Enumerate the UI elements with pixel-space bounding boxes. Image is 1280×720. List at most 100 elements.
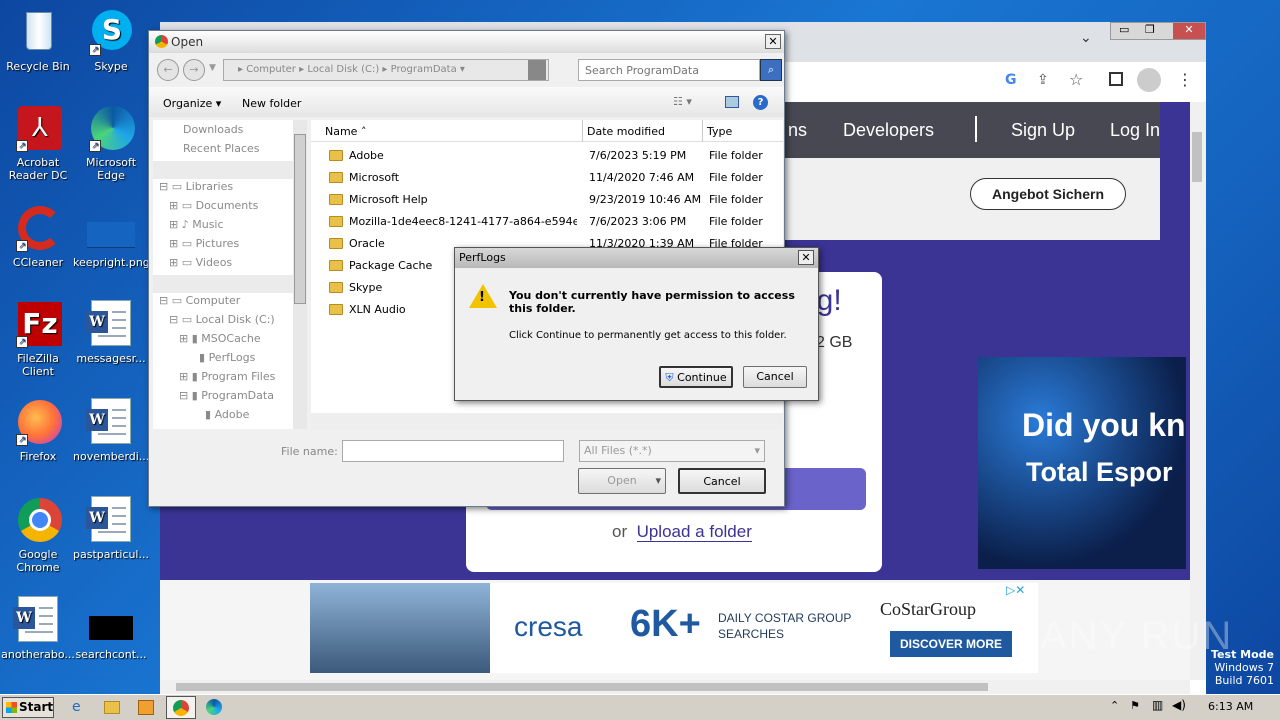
desktop-icon-anotherabo[interactable]: W anotherabo... <box>0 596 76 661</box>
volume-icon[interactable]: ◀) <box>1172 698 1186 712</box>
breadcrumb-computer[interactable]: Computer <box>246 64 296 75</box>
side-panel-icon[interactable] <box>1109 72 1123 86</box>
close-icon[interactable]: ✕ <box>1173 23 1205 39</box>
desktop-icon-searchcont[interactable]: searchcont... <box>73 596 149 661</box>
open-dialog-title: Open <box>171 35 204 49</box>
tray-expand-icon[interactable]: ⌃ <box>1110 699 1119 712</box>
desktop-icon-skype[interactable]: S ↗ Skype <box>73 8 149 73</box>
desktop-icon-chrome[interactable]: Google Chrome <box>0 496 76 574</box>
tree-scroll-thumb[interactable] <box>294 134 306 304</box>
chrome-taskbar-button[interactable] <box>166 696 196 719</box>
network-icon[interactable]: ▥ <box>1152 698 1163 712</box>
tree-msocache[interactable]: ⊞ ▮ MSOCache <box>179 332 261 345</box>
nav-log-in[interactable]: Log In <box>1110 120 1160 141</box>
permission-cancel-button[interactable]: Cancel <box>743 366 807 388</box>
google-icon[interactable]: G <box>1005 72 1017 88</box>
column-type[interactable]: Type <box>707 125 732 138</box>
file-type: File folder <box>709 149 763 162</box>
desktop-icon-recycle-bin[interactable]: Recycle Bin <box>0 8 76 73</box>
bottom-ad[interactable]: cresa 6K+ DAILY COSTAR GROUP SEARCHES Co… <box>310 583 1038 673</box>
horizontal-scrollbar[interactable] <box>311 413 783 429</box>
upload-folder-link[interactable]: Upload a folder <box>636 522 752 542</box>
file-type-select[interactable]: All Files (*.*) ▾ <box>579 440 765 462</box>
tree-pictures[interactable]: ⊞ ▭ Pictures <box>169 237 239 250</box>
file-row[interactable]: Adobe 7/6/2023 5:19 PM File folder <box>311 144 781 166</box>
tree-music[interactable]: ⊞ ♪ Music <box>169 218 224 231</box>
desktop-icon-messages[interactable]: W messagesr... <box>73 300 149 365</box>
bookmark-star-icon[interactable]: ☆ <box>1069 70 1083 89</box>
media-player-icon[interactable] <box>138 700 154 715</box>
organize-menu[interactable]: Organize ▾ <box>163 97 221 110</box>
column-divider[interactable] <box>702 120 703 142</box>
menu-kebab-icon[interactable]: ⋮ <box>1177 70 1193 89</box>
desktop-icon-november[interactable]: W novemberdi... <box>73 398 149 463</box>
restore-icon[interactable]: ❐ <box>1145 23 1155 36</box>
desktop-icon-firefox[interactable]: ↗ Firefox <box>0 398 76 463</box>
tree-program-files[interactable]: ⊞ ▮ Program Files <box>179 370 275 383</box>
breadcrumb[interactable]: ▸ Computer ▸ Local Disk (C:) ▸ ProgramDa… <box>223 59 549 81</box>
tree-perflogs[interactable]: ▮ PerfLogs <box>199 351 255 364</box>
nav-plans[interactable]: ns <box>788 120 807 141</box>
tree-scrollbar[interactable] <box>293 120 307 429</box>
angebot-button[interactable]: Angebot Sichern <box>970 178 1126 210</box>
open-button[interactable]: Open ▾ <box>578 468 666 494</box>
tree-recent-places[interactable]: Recent Places <box>183 142 260 155</box>
tree-libraries[interactable]: ⊟ ▭ Libraries <box>159 180 233 193</box>
help-icon[interactable]: ? <box>753 95 768 110</box>
refresh-icon[interactable] <box>528 60 546 80</box>
file-row[interactable]: Microsoft Help 9/23/2019 10:46 AM File fol… <box>311 188 781 210</box>
tree-computer[interactable]: ⊟ ▭ Computer <box>159 294 240 307</box>
tree-documents[interactable]: ⊞ ▭ Documents <box>169 199 258 212</box>
edge-icon[interactable] <box>206 699 222 715</box>
desktop-icon-ccleaner[interactable]: ↗ CCleaner <box>0 204 76 269</box>
nav-developers[interactable]: Developers <box>843 120 934 141</box>
breadcrumb-programdata[interactable]: ProgramData <box>391 64 457 75</box>
column-divider[interactable] <box>582 120 583 142</box>
cancel-button[interactable]: Cancel <box>678 468 766 494</box>
side-ad[interactable]: Did you kn Total Espor <box>978 357 1186 569</box>
minimize-icon[interactable]: ▭ <box>1119 23 1129 36</box>
search-icon[interactable]: ⌕ <box>760 59 782 81</box>
tree-downloads[interactable]: Downloads <box>183 123 243 136</box>
tree-local-disk[interactable]: ⊟ ▭ Local Disk (C:) <box>169 313 275 326</box>
clock[interactable]: 6:13 AM <box>1208 700 1253 713</box>
horizontal-scrollbar[interactable] <box>160 680 1190 694</box>
back-arrow-icon[interactable]: ← <box>157 59 179 81</box>
desktop-icon-pastparticul[interactable]: W pastparticul... <box>73 496 149 561</box>
tree-videos[interactable]: ⊞ ▭ Videos <box>169 256 232 269</box>
forward-arrow-icon[interactable]: → <box>183 59 205 81</box>
filename-input[interactable] <box>342 440 564 462</box>
tab-list-chevron-icon[interactable]: ⌄ <box>1080 30 1092 46</box>
desktop-icon-keepright[interactable]: keepright.png <box>73 204 150 269</box>
desktop-icon-acrobat[interactable]: ⅄ ↗ Acrobat Reader DC <box>0 104 76 182</box>
action-center-icon[interactable]: ⚑ <box>1130 699 1140 712</box>
tree-adobe[interactable]: ▮ Adobe <box>205 408 249 421</box>
file-row[interactable]: Microsoft 11/4/2020 7:46 AM File folder <box>311 166 781 188</box>
scroll-thumb[interactable] <box>1192 132 1202 182</box>
preview-pane-icon[interactable] <box>725 96 739 108</box>
desktop-icon-edge[interactable]: ↗ Microsoft Edge <box>73 104 149 182</box>
new-folder-button[interactable]: New folder <box>242 97 301 110</box>
discover-more-button[interactable]: DISCOVER MORE <box>890 631 1012 657</box>
tree-programdata[interactable]: ⊟ ▮ ProgramData <box>179 389 274 402</box>
share-icon[interactable]: ⇪ <box>1037 72 1049 88</box>
close-icon[interactable]: ✕ <box>765 34 781 49</box>
breadcrumb-local-disk[interactable]: Local Disk (C:) <box>307 64 379 75</box>
desktop-icon-filezilla[interactable]: Fz ↗ FileZilla Client <box>0 300 76 378</box>
start-button[interactable]: Start <box>2 697 54 718</box>
ad-close-icon[interactable]: ▷✕ <box>1006 583 1025 597</box>
profile-avatar-icon[interactable] <box>1137 68 1161 92</box>
ie-icon[interactable]: e <box>72 699 81 715</box>
close-icon[interactable]: ✕ <box>798 250 814 265</box>
history-dropdown-icon[interactable]: ▼ <box>209 63 216 73</box>
search-input[interactable] <box>578 59 760 81</box>
hscroll-thumb[interactable] <box>176 683 988 691</box>
continue-button[interactable]: ⛨ Continue <box>659 366 733 388</box>
explorer-icon[interactable] <box>104 701 120 714</box>
column-date[interactable]: Date modified <box>587 125 665 138</box>
nav-sign-up[interactable]: Sign Up <box>1011 120 1075 141</box>
column-name[interactable]: Name ˄ <box>325 125 366 138</box>
file-row[interactable]: Mozilla-1de4eec8-1241-4177-a864-e594e8d.… <box>311 210 781 232</box>
view-options-icon[interactable]: ☷ ▾ <box>673 95 692 108</box>
vertical-scrollbar[interactable] <box>1190 102 1206 680</box>
